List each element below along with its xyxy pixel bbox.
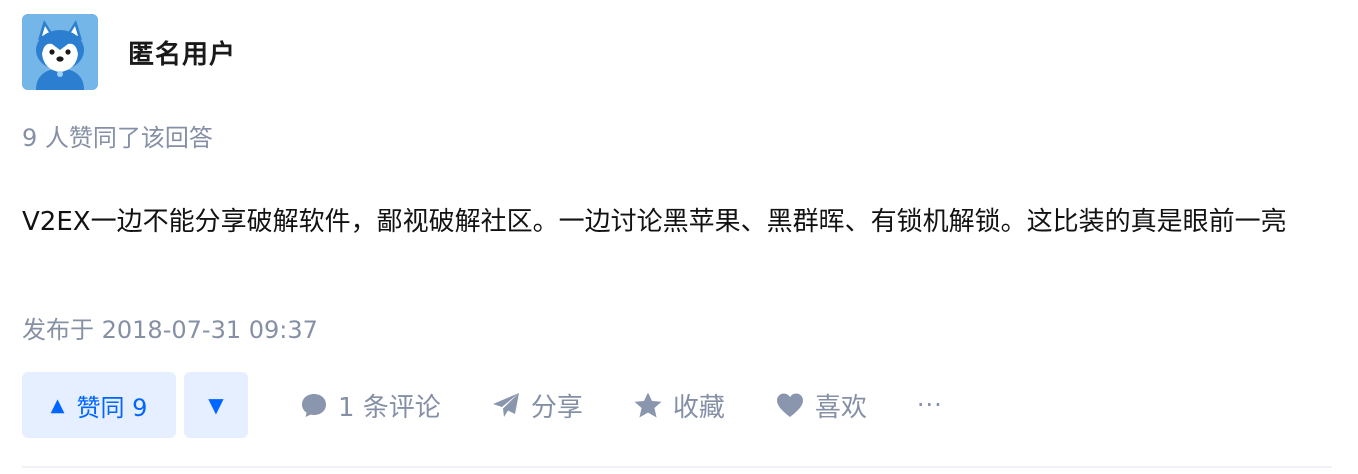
heart-icon <box>776 393 803 417</box>
share-button[interactable]: 分享 <box>491 387 583 424</box>
star-icon <box>634 392 662 418</box>
vote-up-label: 赞同 9 <box>76 393 148 422</box>
triangle-up-icon: ▲ <box>50 394 65 416</box>
publish-time[interactable]: 发布于 2018-07-31 09:37 <box>22 310 318 345</box>
author-name[interactable]: 匿名用户 <box>128 34 236 71</box>
comment-label: 1 条评论 <box>338 392 441 423</box>
author-info: 匿名用户 <box>22 14 236 90</box>
favorite-button[interactable]: 收藏 <box>633 387 725 424</box>
answer-content: V2EX一边不能分享破解软件，鄙视破解社区。一边讨论黑苹果、黑群晖、有锁机解锁。… <box>22 207 1287 237</box>
more-options-button[interactable]: ··· <box>917 391 943 419</box>
like-label: 喜欢 <box>814 392 867 423</box>
vote-down-button[interactable]: ▼ <box>184 372 248 438</box>
share-label: 分享 <box>530 392 583 423</box>
divider <box>22 466 1332 468</box>
like-button[interactable]: 喜欢 <box>775 387 867 424</box>
answer-card: 匿名用户 9 人赞同了该回答 V2EX一边不能分享破解软件，鄙视破解社区。一边讨… <box>22 14 1332 474</box>
comment-icon <box>302 394 326 417</box>
triangle-down-icon: ▼ <box>208 393 224 417</box>
paper-plane-icon <box>492 393 519 417</box>
husky-avatar-icon[interactable] <box>22 14 98 90</box>
voters-count[interactable]: 9 人赞同了该回答 <box>22 118 213 153</box>
favorite-label: 收藏 <box>672 392 725 423</box>
action-bar: ▲ 赞同 9 ▼ 1 条评论 分享 收藏 喜欢 ··· <box>22 372 943 438</box>
vote-up-button[interactable]: ▲ 赞同 9 <box>22 372 176 438</box>
comment-button[interactable]: 1 条评论 <box>300 387 441 424</box>
